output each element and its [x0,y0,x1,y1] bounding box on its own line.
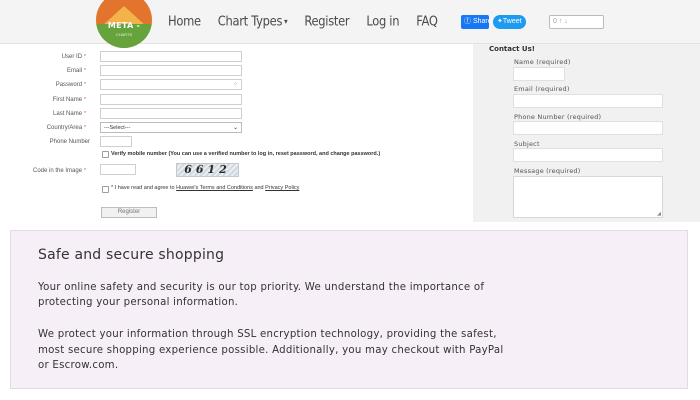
site-logo[interactable]: META - CHARTS [96,0,152,48]
email-label: Email * [6,65,86,77]
nav-faq[interactable]: FAQ [416,13,438,34]
first-name-input[interactable] [100,94,242,105]
required-marker: * [84,168,86,174]
facebook-icon: ⓕ [464,18,473,25]
phone-input[interactable] [100,136,132,147]
contact-email-label: Email (required) [514,85,570,93]
safe-paragraph-1-line-2: protecting your personal information. [38,297,239,308]
contact-subject-label: Subject [514,140,540,148]
safe-shopping-title: Safe and secure shopping [38,247,225,263]
first-name-label: First Name * [6,94,86,106]
captcha-label-text: Code in the Image [33,168,83,174]
terms-link[interactable]: Huawei's Terms and Conditions [176,185,253,191]
vote-widget[interactable]: 0 ↑ ↓ [549,15,604,29]
tweet-button[interactable]: ✦Tweet [493,15,526,29]
verify-mobile-checkbox[interactable] [102,151,109,158]
email-label-text: Email [67,68,83,74]
email-input[interactable] [100,65,242,76]
nav-log-in[interactable]: Log in [366,13,399,34]
password-label: Password * [6,79,86,91]
required-marker: * [84,125,86,131]
verify-mobile-text: Verify mobile number (You can use a veri… [111,151,381,157]
last-name-input[interactable] [100,108,242,119]
agree-prefix: * I have read and agree to [111,185,175,191]
contact-phone-label: Phone Number (required) [514,113,602,121]
captcha-image[interactable]: 6612 [176,163,239,177]
required-marker: * [84,111,86,117]
chevron-down-icon: ▾ [284,16,288,26]
main-nav: Home Chart Types ▾ Register Log in FAQ [168,13,455,34]
contact-email-input[interactable] [513,94,663,108]
contact-subject-input[interactable] [513,148,663,162]
logo-text: META - [107,21,141,30]
nav-chart-types-label: Chart Types [217,12,283,29]
phone-label: Phone Number [10,136,90,148]
safe-paragraph-2-line-2: most secure shopping experience possible… [38,345,504,356]
safe-paragraph-1-line-1: Your online safety and security is our t… [38,282,485,293]
nav-register[interactable]: Register [304,13,349,34]
register-button[interactable]: Register [101,207,157,218]
required-marker: * [84,97,86,103]
site-header: META - CHARTS Home Chart Types ▾ Register… [0,0,700,48]
country-label: Country/Area * [6,122,86,134]
agree-and: and [254,185,264,191]
privacy-policy-link[interactable]: Privacy Policy [265,185,299,191]
required-marker: * [84,54,86,60]
contact-message-textarea[interactable]: ◢ [513,176,663,218]
country-selected-value: ---Select--- [104,125,131,131]
required-marker: * [84,82,86,88]
safe-paragraph-2-line-1: We protect your information through SSL … [38,329,497,340]
nav-chart-types[interactable]: Chart Types ▾ [218,13,288,34]
safe-paragraph-2-line-3: or Escrow.com. [38,360,119,371]
first-name-label-text: First Name [52,97,83,103]
country-select[interactable]: ---Select--- ⌄ [100,122,242,133]
resize-handle-icon[interactable]: ◢ [657,211,661,217]
contact-panel: Contact Us! Name (required) Email (requi… [473,44,700,222]
agree-terms-checkbox[interactable] [102,186,109,193]
contact-message-label: Message (required) [514,167,581,175]
nav-home[interactable]: Home [168,13,201,34]
user-id-label: User ID * [6,51,86,63]
password-input[interactable]: ⁘ [100,79,242,90]
facebook-share-button[interactable]: ⓕ Share [461,15,492,29]
last-name-label: Last Name * [6,108,86,120]
contact-name-label: Name (required) [514,58,571,66]
eye-hidden-icon[interactable]: ⁘ [233,80,238,90]
required-marker: * [84,68,86,74]
logo-subtext: CHARTS [115,32,133,37]
share-label: Share [472,18,492,25]
captcha-label: Code in the Image * [6,165,86,177]
phone-label-text: Phone Number [49,139,90,145]
tweet-label: Tweet [502,18,522,25]
safe-shopping-card: Safe and secure shopping Your online saf… [10,230,688,389]
user-id-label-text: User ID [61,54,83,60]
contact-name-input[interactable] [513,67,565,81]
last-name-label-text: Last Name [53,111,83,117]
contact-phone-input[interactable] [513,121,663,135]
user-id-input[interactable] [100,51,242,62]
password-label-text: Password [55,82,83,88]
agree-terms-text: * I have read and agree to Huawei's Term… [111,184,299,192]
country-label-text: Country/Area [46,125,83,131]
chevron-down-icon: ⌄ [232,125,238,131]
captcha-input[interactable] [100,164,136,175]
contact-title: Contact Us! [489,45,535,53]
